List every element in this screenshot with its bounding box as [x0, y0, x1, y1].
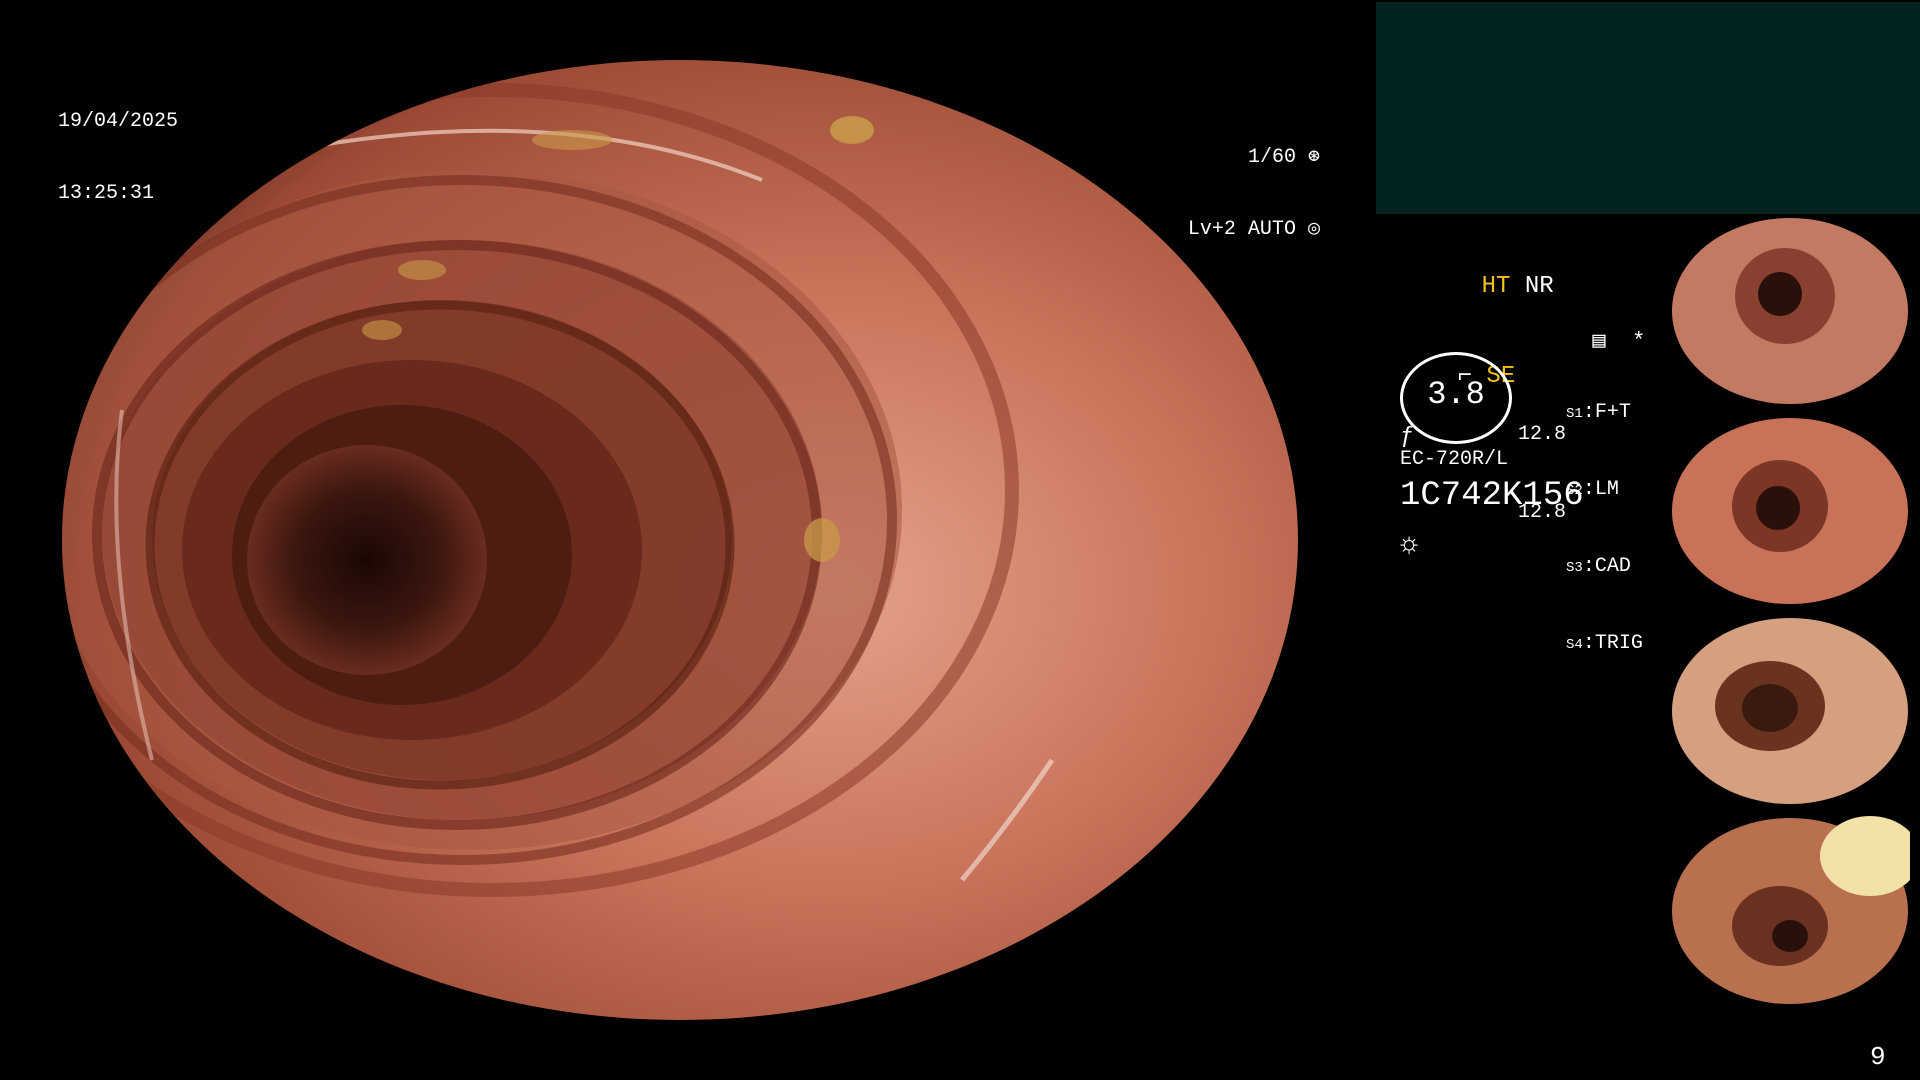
- switch-s4: S4:TRIG: [1566, 632, 1643, 655]
- colon-lumen-image: [62, 60, 1298, 1020]
- light-icon: ☼: [1400, 528, 1419, 562]
- shutter-text: 1/60: [1247, 146, 1296, 169]
- zoom-value: 3.8: [1427, 376, 1485, 413]
- level-text: Lv+2 AUTO: [1187, 218, 1296, 241]
- nr-label: NR: [1524, 273, 1554, 300]
- thumbnail-3[interactable]: [1670, 616, 1910, 806]
- thumbnail-2[interactable]: [1670, 416, 1910, 606]
- exposure-readout: 1/60 ⊛ Lv+2 AUTO ◎: [1170, 98, 1320, 266]
- ht-label: HT: [1481, 273, 1511, 300]
- scope-serial: 1C742K156: [1400, 477, 1584, 515]
- memory-indicator: ▤ *: [1566, 306, 1645, 354]
- gain-a: 12.8: [1518, 423, 1567, 446]
- endoscopy-view: [62, 60, 1298, 1020]
- gain-values: 12.8 12.8: [1518, 370, 1566, 552]
- auto-icon: ◎: [1295, 218, 1320, 241]
- switch-list: S1:F+T S2:LM S3:CAD S4:TRIG: [1566, 350, 1643, 683]
- thumbnail-4[interactable]: [1670, 816, 1910, 1006]
- zoom-gauge: 3.8: [1400, 352, 1512, 444]
- time-text: 13:25:31: [58, 182, 155, 205]
- info-panel-top: [1376, 2, 1920, 214]
- thumbnail-1[interactable]: [1670, 216, 1910, 406]
- scope-model: EC-720R/L: [1400, 448, 1509, 471]
- switch-s3: S3:CAD: [1566, 555, 1631, 578]
- shutter-icon: ⊛: [1295, 146, 1320, 169]
- page-number: 9: [1870, 1042, 1886, 1072]
- switch-s1: S1:F+T: [1566, 401, 1631, 424]
- datetime-readout: 19/04/2025 13:25:31: [58, 62, 178, 230]
- date-text: 19/04/2025: [58, 110, 179, 133]
